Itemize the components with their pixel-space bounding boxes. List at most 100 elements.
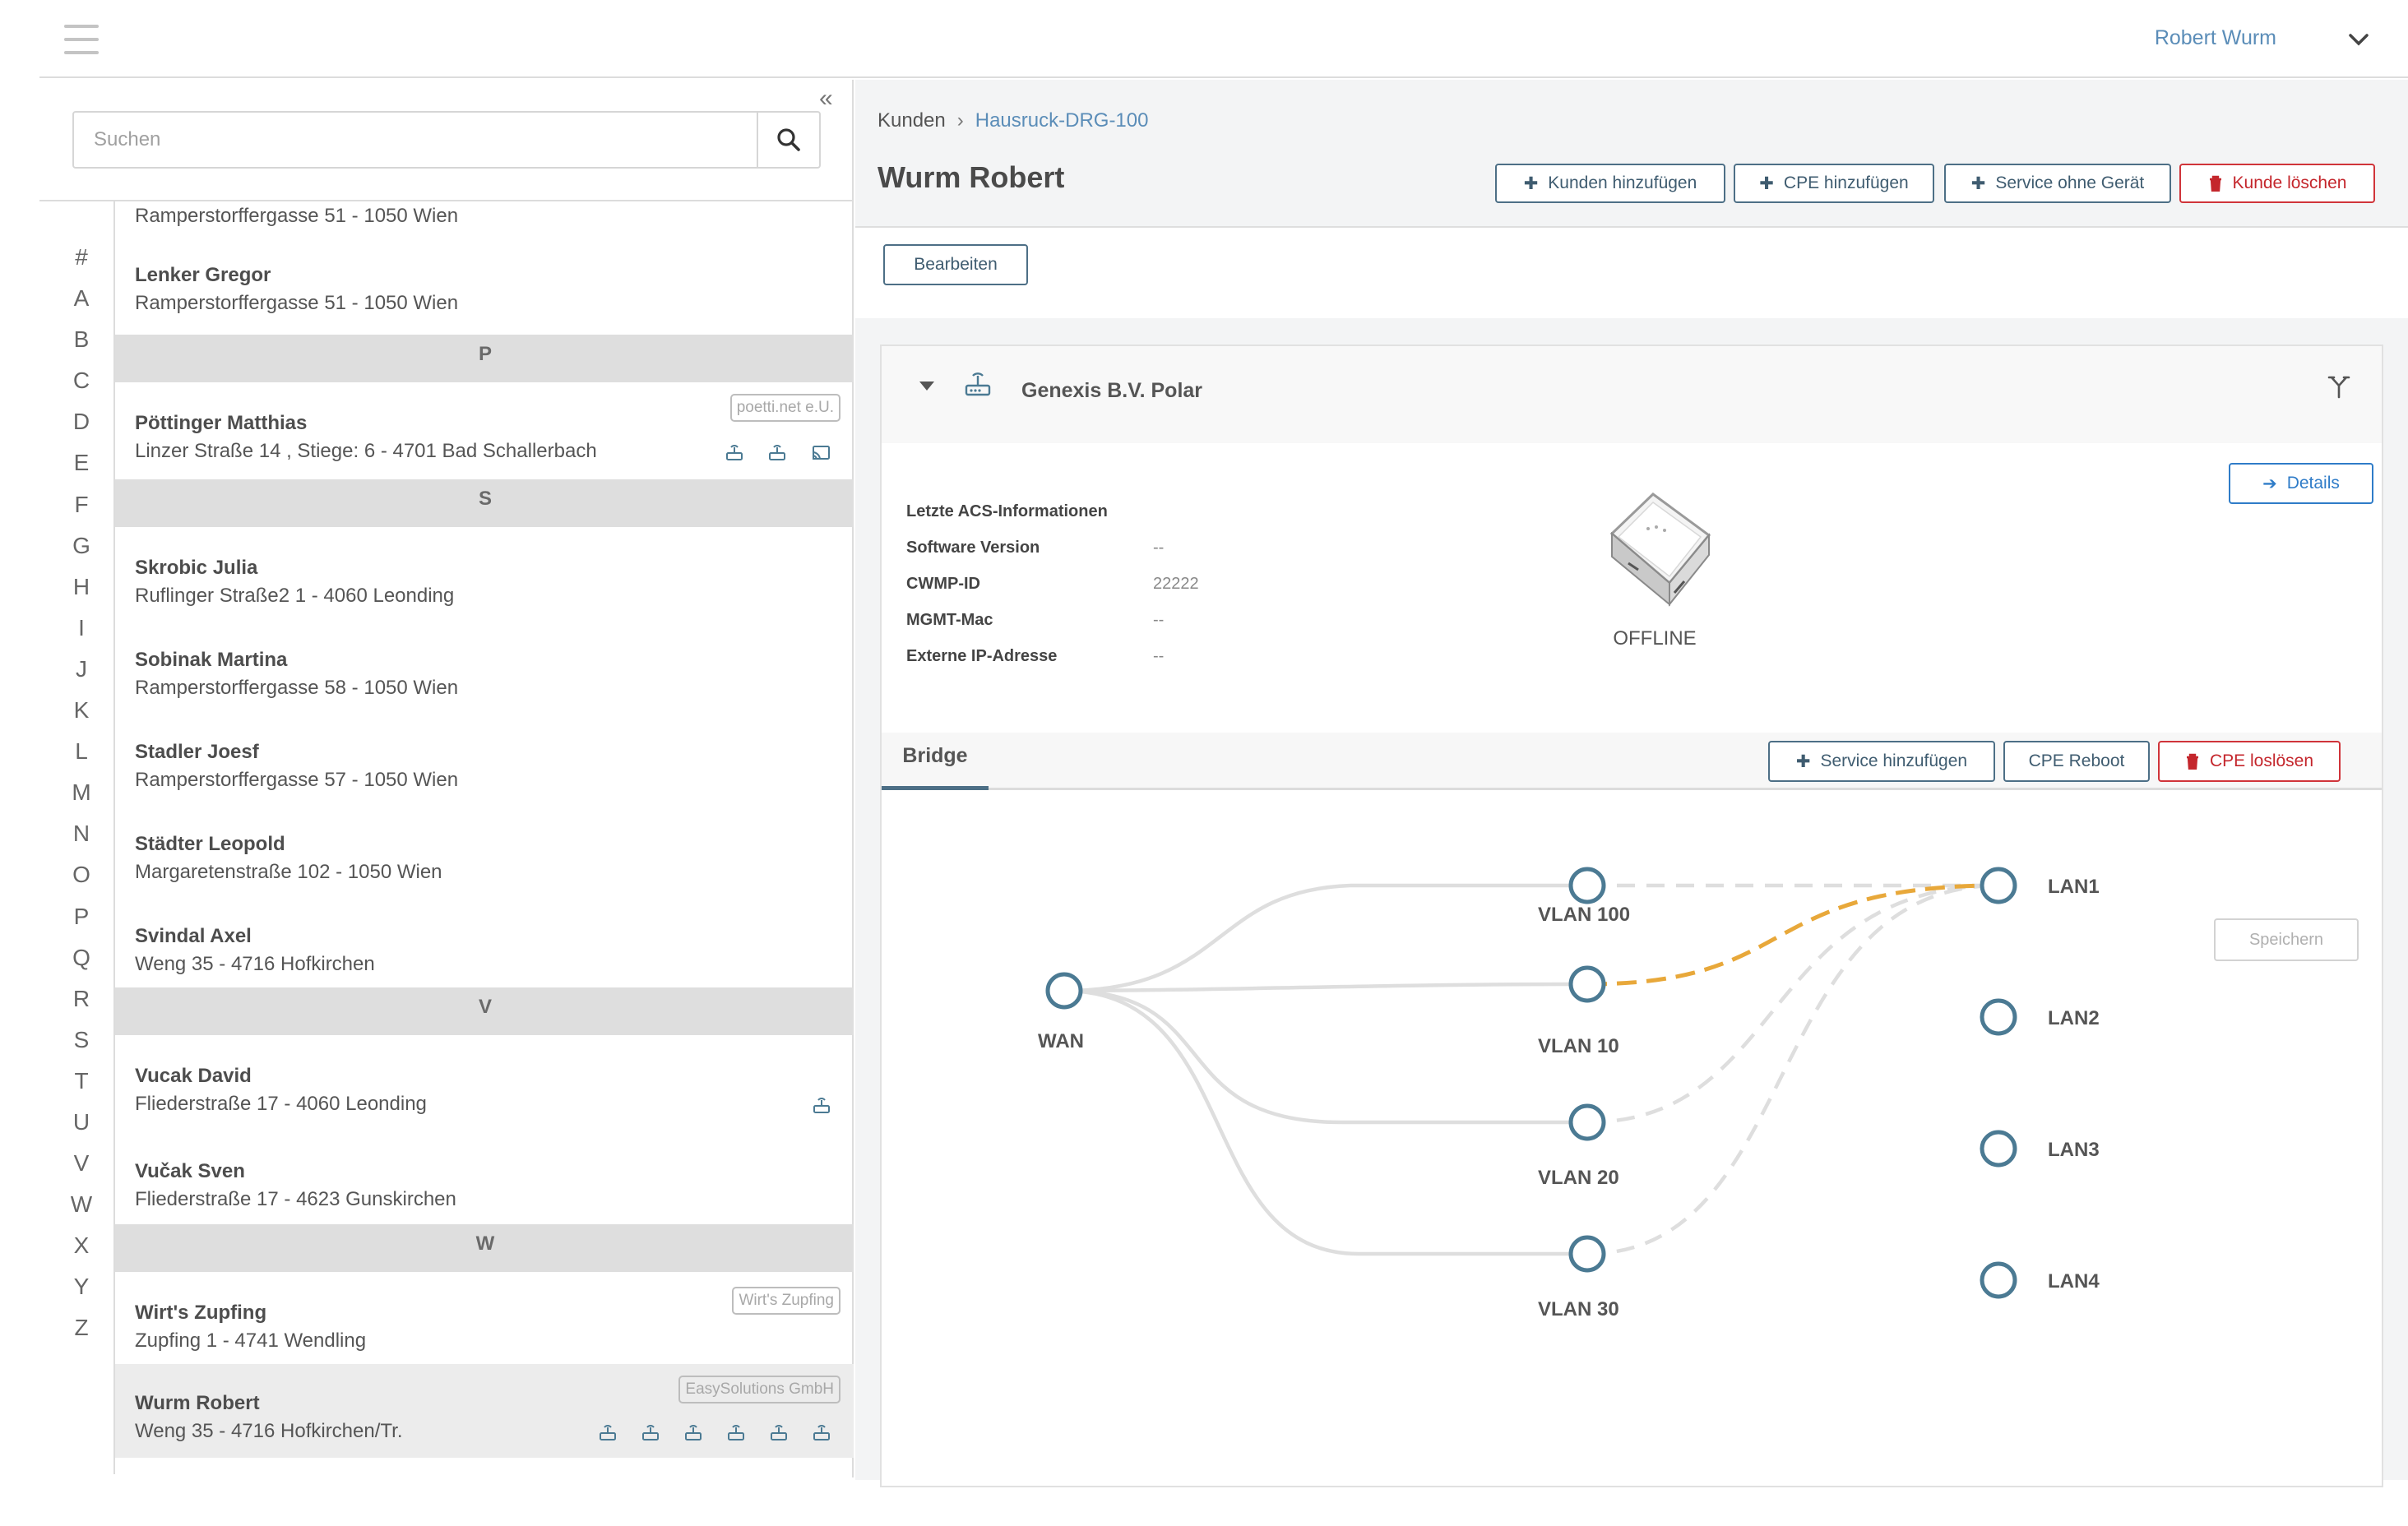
alphabet-letter[interactable]: C bbox=[69, 368, 94, 409]
node-label-lan: LAN4 bbox=[2048, 1270, 2100, 1292]
alphabet-letter[interactable]: D bbox=[69, 409, 94, 450]
node-vlan-30[interactable] bbox=[1568, 1235, 1606, 1273]
customer-address: Weng 35 - 4716 Hofkirchen/Tr. bbox=[135, 1420, 403, 1442]
alphabet-letter[interactable]: A bbox=[69, 285, 94, 326]
customer-name: Wirt's Zupfing bbox=[135, 1302, 267, 1324]
alphabet-letter[interactable]: U bbox=[69, 1109, 94, 1150]
tab-bar: Bridge ✚ Service hinzufügen CPE Reboot CP… bbox=[882, 733, 2382, 790]
alphabet-letter[interactable]: H bbox=[69, 574, 94, 615]
alphabet-letter[interactable]: T bbox=[69, 1068, 94, 1109]
node-lan4[interactable] bbox=[1980, 1261, 2017, 1299]
menu-icon[interactable] bbox=[64, 25, 99, 54]
alphabet-letter[interactable]: M bbox=[69, 779, 94, 821]
device-card-header: Genexis B.V. Polar bbox=[882, 346, 2382, 443]
delete-customer-button[interactable]: Kunde löschen bbox=[2179, 164, 2375, 203]
router-icon bbox=[813, 1098, 831, 1118]
node-wan[interactable] bbox=[1045, 972, 1083, 1010]
caret-down-icon[interactable] bbox=[918, 379, 936, 392]
node-vlan-20[interactable] bbox=[1568, 1103, 1606, 1141]
list-item[interactable]: Wurm Robert Weng 35 - 4716 Hofkirchen/Tr.… bbox=[115, 1364, 854, 1458]
router-icon bbox=[727, 1425, 745, 1445]
alphabet-letter[interactable]: Y bbox=[69, 1274, 94, 1315]
alphabet-letter[interactable]: K bbox=[69, 697, 94, 738]
service-without-device-button[interactable]: ✚ Service ohne Gerät bbox=[1944, 164, 2171, 203]
list-item[interactable]: Wirt's Zupfing Zupfing 1 - 4741 Wendling W… bbox=[115, 1272, 854, 1364]
link-vlan30-lan1 bbox=[1586, 883, 1999, 1256]
chevron-down-icon[interactable] bbox=[2344, 25, 2373, 54]
breadcrumb-current[interactable]: Hausruck-DRG-100 bbox=[975, 109, 1149, 132]
search-icon[interactable] bbox=[757, 113, 819, 167]
tab-bridge[interactable]: Bridge bbox=[882, 733, 989, 790]
customer-address: Linzer Straße 14 , Stiege: 6 - 4701 Bad … bbox=[135, 440, 597, 462]
topology-icon[interactable] bbox=[2327, 374, 2350, 399]
node-label-vlan: VLAN 30 bbox=[1538, 1298, 1619, 1320]
page-title: Wurm Robert bbox=[878, 160, 1065, 194]
list-item[interactable]: Vucak David Fliederstraße 17 - 4060 Leond… bbox=[115, 1035, 854, 1131]
section-header: P bbox=[115, 335, 854, 382]
list-item[interactable]: Lenker Gregor Ramperstorffergasse 51 - 10… bbox=[115, 234, 854, 330]
link-wan-vlan20 bbox=[1063, 988, 1587, 1125]
alphabet-letter[interactable]: Z bbox=[69, 1315, 94, 1356]
add-customer-button[interactable]: ✚ Kunden hinzufügen bbox=[1495, 164, 1725, 203]
customer-name: Städter Leopold bbox=[135, 833, 285, 855]
list-item[interactable]: Skrobic Julia Ruflinger Straße2 1 - 4060 … bbox=[115, 527, 854, 619]
alphabet-letter[interactable]: V bbox=[69, 1150, 94, 1191]
node-vlan-100[interactable] bbox=[1568, 867, 1606, 904]
alphabet-letter[interactable]: O bbox=[69, 862, 94, 903]
node-lan2[interactable] bbox=[1980, 998, 2017, 1036]
node-vlan-10[interactable] bbox=[1568, 965, 1606, 1003]
alphabet-letter[interactable]: E bbox=[69, 450, 94, 491]
list-item[interactable]: Ramperstorffergasse 51 - 1050 Wien bbox=[115, 201, 854, 234]
search-input[interactable] bbox=[74, 113, 748, 167]
alphabet-letter[interactable]: N bbox=[69, 821, 94, 862]
alphabet-letter[interactable]: J bbox=[69, 656, 94, 697]
user-menu-name[interactable]: Robert Wurm bbox=[2155, 26, 2276, 50]
node-lan1[interactable] bbox=[1980, 867, 2017, 904]
customer-address: Ramperstorffergasse 58 - 1050 Wien bbox=[135, 677, 459, 699]
add-cpe-button[interactable]: ✚ CPE hinzufügen bbox=[1734, 164, 1934, 203]
node-label-vlan: VLAN 10 bbox=[1538, 1035, 1619, 1057]
alphabet-letter[interactable]: Q bbox=[69, 945, 94, 986]
device-name: Genexis B.V. Polar bbox=[1021, 379, 1203, 402]
customer-address: Ramperstorffergasse 51 - 1050 Wien bbox=[135, 292, 459, 314]
collapse-panel-icon[interactable]: « bbox=[819, 85, 833, 113]
customer-name: Stadler Joesf bbox=[135, 741, 259, 763]
section-header: W bbox=[115, 1224, 854, 1272]
detach-cpe-button[interactable]: CPE loslösen bbox=[2158, 741, 2341, 782]
alphabet-letter[interactable]: W bbox=[69, 1191, 94, 1232]
router-icon bbox=[768, 445, 786, 465]
alphabet-letter[interactable]: I bbox=[69, 615, 94, 656]
details-button[interactable]: ➔ Details bbox=[2229, 463, 2373, 504]
customer-name: Vučak Sven bbox=[135, 1160, 245, 1182]
alphabet-letter[interactable]: S bbox=[69, 1027, 94, 1068]
alphabet-letter[interactable]: P bbox=[69, 904, 94, 945]
alphabet-letter[interactable]: G bbox=[69, 533, 94, 574]
alphabet-letter[interactable]: B bbox=[69, 326, 94, 368]
list-item[interactable]: Sobinak Martina Ramperstorffergasse 58 - … bbox=[115, 619, 854, 711]
chevron-right-icon: › bbox=[956, 109, 964, 132]
add-service-button[interactable]: ✚ Service hinzufügen bbox=[1768, 741, 1995, 782]
edit-button[interactable]: Bearbeiten bbox=[883, 244, 1028, 285]
detach-cpe-label: CPE loslösen bbox=[2209, 751, 2314, 770]
router-icon bbox=[684, 1425, 702, 1445]
list-item[interactable]: Svindal Axel Weng 35 - 4716 Hofkirchen bbox=[115, 895, 854, 987]
plus-icon: ✚ bbox=[1523, 173, 1539, 193]
search-box bbox=[72, 111, 821, 169]
alphabet-letter[interactable]: X bbox=[69, 1232, 94, 1274]
link-wan-vlan100 bbox=[1063, 883, 1587, 993]
cpe-reboot-button[interactable]: CPE Reboot bbox=[2003, 741, 2150, 782]
alphabet-letter[interactable]: # bbox=[69, 244, 94, 285]
alphabet-letter[interactable]: L bbox=[69, 738, 94, 779]
acs-field-label: MGMT-Mac bbox=[906, 611, 993, 629]
node-label-vlan: VLAN 100 bbox=[1538, 904, 1631, 926]
breadcrumb-root[interactable]: Kunden bbox=[878, 109, 946, 132]
node-lan3[interactable] bbox=[1980, 1130, 2017, 1168]
alphabet-letter[interactable]: F bbox=[69, 492, 94, 533]
list-item[interactable]: Vučak Sven Fliederstraße 17 - 4623 Gunski… bbox=[115, 1131, 854, 1223]
list-item[interactable]: Städter Leopold Margaretenstraße 102 - 10… bbox=[115, 803, 854, 895]
add-customer-label: Kunden hinzufügen bbox=[1548, 173, 1697, 192]
list-item[interactable]: Stadler Joesf Ramperstorffergasse 57 - 10… bbox=[115, 711, 854, 803]
alphabet-letter[interactable]: R bbox=[69, 986, 94, 1027]
customer-address: Fliederstraße 17 - 4060 Leonding bbox=[135, 1093, 427, 1115]
list-item[interactable]: Pöttinger Matthias Linzer Straße 14 , Sti… bbox=[115, 382, 854, 479]
